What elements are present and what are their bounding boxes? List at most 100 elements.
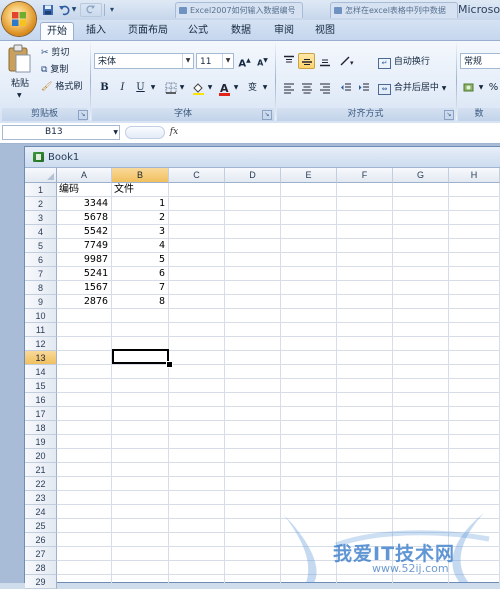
row-header-12[interactable]: 12 — [25, 337, 57, 351]
font-color-dropdown-icon[interactable]: ▼ — [232, 80, 240, 96]
row-header-1[interactable]: 1 — [25, 183, 57, 197]
formula-input[interactable] — [183, 125, 498, 140]
align-center-button[interactable] — [298, 80, 315, 96]
active-cell-b13[interactable] — [112, 349, 169, 364]
phonetic-button[interactable]: 变 — [244, 80, 261, 96]
row-header-9[interactable]: 9 — [25, 295, 57, 309]
workbook-title-bar[interactable] — [25, 147, 500, 168]
align-middle-button[interactable] — [298, 53, 315, 69]
column-header-b[interactable]: B — [112, 168, 169, 183]
row-header-20[interactable]: 20 — [25, 449, 57, 463]
row-header-21[interactable]: 21 — [25, 463, 57, 477]
bold-button[interactable]: B — [96, 80, 113, 96]
row-header-16[interactable]: 16 — [25, 393, 57, 407]
tab-page-layout[interactable]: 页面布局 — [123, 22, 173, 40]
increase-indent-button[interactable] — [355, 80, 372, 96]
cell-b5[interactable]: 4 — [113, 239, 165, 253]
cell-b1[interactable]: 文件 — [114, 183, 167, 197]
alignment-launcher-icon[interactable]: ↘ — [444, 110, 454, 120]
row-header-25[interactable]: 25 — [25, 519, 57, 533]
row-header-23[interactable]: 23 — [25, 491, 57, 505]
font-color-button[interactable]: A — [216, 80, 233, 96]
paste-button[interactable] — [6, 44, 34, 80]
row-header-22[interactable]: 22 — [25, 477, 57, 491]
row-header-29[interactable]: 29 — [25, 575, 57, 589]
cell-b8[interactable]: 7 — [113, 281, 165, 295]
cell-b6[interactable]: 5 — [113, 253, 165, 267]
cell-a7[interactable]: 5241 — [58, 267, 108, 281]
cell-b7[interactable]: 6 — [113, 267, 165, 281]
wrap-text-button[interactable]: ↵ 自动换行 — [378, 54, 430, 70]
tab-data[interactable]: 数据 — [225, 22, 257, 40]
row-header-27[interactable]: 27 — [25, 547, 57, 561]
cell-b9[interactable]: 8 — [113, 295, 165, 309]
row-header-17[interactable]: 17 — [25, 407, 57, 421]
column-header-c[interactable]: C — [169, 168, 225, 183]
column-header-e[interactable]: E — [281, 168, 337, 183]
formula-bar-splitter[interactable] — [125, 126, 165, 139]
font-name-combo[interactable]: 宋体 ▼ — [94, 53, 194, 69]
row-header-3[interactable]: 3 — [25, 211, 57, 225]
borders-dropdown-icon[interactable]: ▼ — [178, 80, 186, 96]
tab-review[interactable]: 审阅 — [268, 22, 300, 40]
row-header-10[interactable]: 10 — [25, 309, 57, 323]
clipboard-launcher-icon[interactable]: ↘ — [78, 110, 88, 120]
accounting-dropdown-icon[interactable]: ▼ — [477, 80, 485, 96]
decrease-indent-button[interactable] — [337, 80, 354, 96]
document-tab-2[interactable]: 怎样在excel表格中列中数据 — [330, 2, 458, 18]
column-header-g[interactable]: G — [393, 168, 449, 183]
column-header-h[interactable]: H — [449, 168, 500, 183]
font-launcher-icon[interactable]: ↘ — [262, 110, 272, 120]
cell-b3[interactable]: 2 — [113, 211, 165, 225]
tab-insert[interactable]: 插入 — [80, 22, 112, 40]
row-header-13[interactable]: 13 — [25, 351, 57, 365]
chevron-down-icon[interactable]: ▼ — [113, 126, 118, 139]
tab-home[interactable]: 开始 — [40, 22, 74, 42]
borders-button[interactable] — [162, 80, 179, 96]
copy-button[interactable]: ⧉ 复制 — [41, 62, 68, 78]
percent-button[interactable]: % — [487, 80, 500, 96]
cell-a1[interactable]: 编码 — [59, 183, 110, 197]
cut-button[interactable]: ✂ 剪切 — [41, 45, 69, 61]
fill-color-button[interactable] — [190, 80, 207, 96]
redo-icon[interactable] — [80, 3, 102, 17]
accounting-format-button[interactable] — [461, 80, 478, 96]
cell-a9[interactable]: 2876 — [58, 295, 108, 309]
tab-view[interactable]: 视图 — [309, 22, 341, 40]
phonetic-dropdown-icon[interactable]: ▼ — [261, 80, 269, 96]
align-bottom-button[interactable] — [316, 53, 333, 69]
shrink-font-button[interactable]: A▼ — [254, 53, 271, 69]
format-painter-button[interactable]: 🖌 格式刷 — [41, 79, 82, 95]
number-format-combo[interactable]: 常规 — [460, 53, 500, 69]
italic-button[interactable]: I — [114, 80, 131, 96]
cell-a2[interactable]: 3344 — [58, 197, 108, 211]
row-header-18[interactable]: 18 — [25, 421, 57, 435]
row-header-2[interactable]: 2 — [25, 197, 57, 211]
row-header-19[interactable]: 19 — [25, 435, 57, 449]
document-tab-1[interactable]: Excel2007如何输入数据编号 — [175, 2, 303, 18]
fill-handle[interactable] — [166, 361, 173, 368]
cell-a8[interactable]: 1567 — [58, 281, 108, 295]
customize-quick-access-icon[interactable]: ▾ — [106, 3, 118, 17]
grow-font-button[interactable]: A▲ — [236, 53, 253, 69]
cell-a4[interactable]: 5542 — [58, 225, 108, 239]
align-left-button[interactable] — [280, 80, 297, 96]
office-button[interactable] — [2, 2, 36, 36]
row-header-11[interactable]: 11 — [25, 323, 57, 337]
cell-a3[interactable]: 5678 — [58, 211, 108, 225]
underline-dropdown-icon[interactable]: ▼ — [149, 80, 157, 96]
column-header-a[interactable]: A — [57, 168, 112, 183]
row-header-6[interactable]: 6 — [25, 253, 57, 267]
font-size-combo[interactable]: 11 ▼ — [196, 53, 234, 69]
select-all-corner[interactable] — [25, 168, 57, 183]
column-header-d[interactable]: D — [225, 168, 281, 183]
row-header-26[interactable]: 26 — [25, 533, 57, 547]
row-header-14[interactable]: 14 — [25, 365, 57, 379]
undo-dropdown-icon[interactable]: ▼ — [70, 3, 78, 17]
paste-dropdown-icon[interactable]: ▼ — [17, 88, 22, 104]
save-icon[interactable] — [40, 3, 56, 17]
align-right-button[interactable] — [316, 80, 333, 96]
cell-b2[interactable]: 1 — [113, 197, 165, 211]
row-header-4[interactable]: 4 — [25, 225, 57, 239]
row-header-5[interactable]: 5 — [25, 239, 57, 253]
